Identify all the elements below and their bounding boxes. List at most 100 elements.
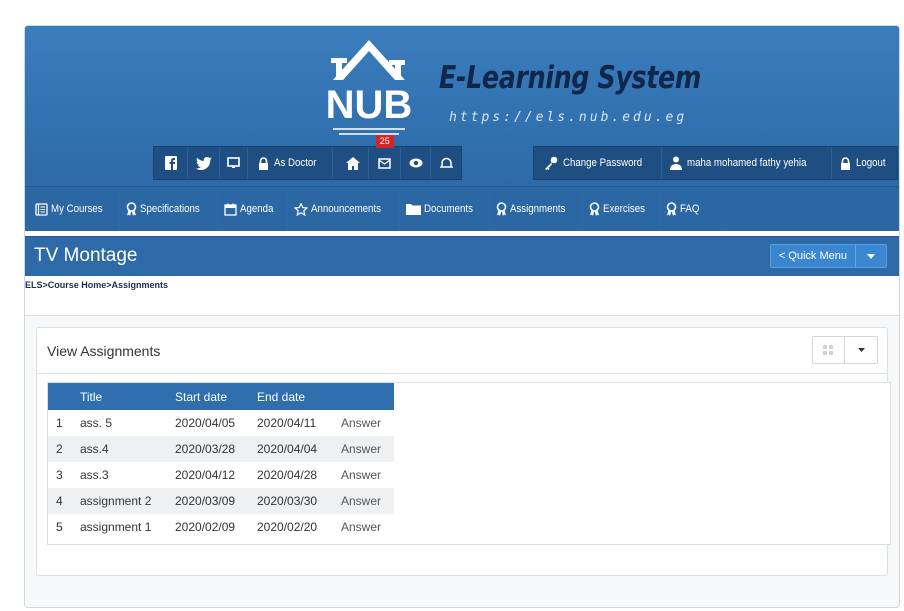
twitter-button[interactable]: [188, 147, 220, 179]
row-number: 5: [56, 520, 63, 534]
toolbar-right: Change Password maha mohamed fathy yehia…: [533, 146, 899, 180]
app-window: NUB E-Learning System https://els.nub.ed…: [24, 25, 900, 608]
nav-assignments[interactable]: Assignments: [490, 187, 583, 231]
user-profile-button[interactable]: maha mohamed fathy yehia: [662, 147, 832, 179]
grid-view-button[interactable]: [813, 337, 845, 363]
facebook-icon: [164, 156, 177, 170]
caret-down-icon: [867, 253, 875, 259]
calendar-icon: [223, 203, 237, 216]
table-row: 4 assignment 2 2020/03/09 2020/03/30 Ans…: [48, 488, 394, 514]
ribbon-icon: [496, 202, 506, 216]
lock-icon: [259, 156, 268, 170]
assignment-title: ass. 5: [80, 416, 113, 430]
nav-label: Documents: [424, 203, 473, 215]
change-password-button[interactable]: Change Password: [534, 147, 662, 179]
main-content: View Assignments Title Start date End da…: [25, 317, 899, 607]
nav-specifications[interactable]: Specifications: [120, 187, 218, 231]
folder-icon: [406, 204, 421, 215]
nav-my-courses[interactable]: My Courses: [29, 187, 120, 231]
caret-down-icon: [857, 348, 865, 352]
assignment-title: assignment 2: [72, 488, 167, 514]
nav-faq[interactable]: FAQ: [660, 187, 724, 231]
site-header: NUB E-Learning System https://els.nub.ed…: [25, 26, 899, 186]
assignments-table-container: Title Start date End date 1 ass. 5 2020/…: [47, 382, 891, 545]
start-date: 2020/02/09: [175, 520, 236, 534]
nub-logo[interactable]: NUB: [323, 36, 415, 146]
messages-button[interactable]: 25: [369, 135, 402, 179]
col-action-header: [333, 383, 394, 410]
col-title-header[interactable]: Title: [72, 383, 167, 410]
table-row: 3 ass.3 2020/04/12 2020/04/28 Answer: [48, 462, 394, 488]
row-number: 3: [56, 468, 63, 482]
nav-documents[interactable]: Documents: [400, 187, 490, 231]
nav-agenda[interactable]: Agenda: [218, 187, 288, 231]
nav-announcements[interactable]: Announcements: [288, 187, 400, 231]
table-header-row: Title Start date End date: [48, 383, 394, 410]
table-row: 5 assignment 1 2020/02/09 2020/02/20 Ans…: [48, 514, 394, 540]
table-row: 1 ass. 5 2020/04/05 2020/04/11 Answer: [48, 410, 394, 436]
as-doctor-label: As Doctor: [274, 157, 317, 169]
view-button[interactable]: [401, 147, 432, 179]
panel-title: View Assignments: [47, 343, 161, 359]
course-title: TV Montage: [34, 245, 138, 266]
answer-link[interactable]: Answer: [333, 488, 394, 514]
col-end-header[interactable]: End date: [249, 383, 333, 410]
nav-label: Specifications: [139, 203, 200, 215]
as-doctor-button[interactable]: As Doctor: [248, 147, 334, 179]
notifications-button[interactable]: [431, 147, 461, 179]
quick-menu-dropdown[interactable]: [856, 245, 886, 267]
eye-icon: [409, 158, 423, 168]
table-row: 2 ass.4 2020/03/28 2020/04/04 Answer: [48, 436, 394, 462]
panel-header: View Assignments: [37, 328, 887, 374]
grid-icon: [823, 344, 833, 355]
envelope-icon: [378, 157, 392, 169]
col-number-header: [48, 383, 72, 410]
nav-label: Assignments: [509, 203, 566, 215]
nav-exercises[interactable]: Exercises: [583, 187, 661, 231]
facebook-button[interactable]: [154, 147, 188, 179]
row-number: 2: [48, 436, 72, 462]
screen-button[interactable]: [220, 147, 248, 179]
row-number: 4: [48, 488, 72, 514]
nav-label: Exercises: [602, 203, 645, 215]
nav-label: Agenda: [239, 203, 273, 215]
answer-link[interactable]: Answer: [333, 436, 394, 462]
ribbon-icon: [589, 202, 599, 216]
assignment-title: assignment 1: [80, 520, 152, 534]
quick-menu-button[interactable]: < Quick Menu: [771, 245, 856, 267]
change-password-label: Change Password: [563, 157, 643, 169]
nav-label: Announcements: [310, 203, 381, 215]
site-url[interactable]: https://els.nub.edu.eg: [449, 110, 687, 125]
main-nav: My Courses Specifications Agenda Announc…: [25, 186, 899, 231]
ribbon-icon: [667, 202, 677, 216]
col-start-header[interactable]: Start date: [167, 383, 249, 410]
panel-options-dropdown[interactable]: [845, 337, 877, 363]
logout-label: Logout: [855, 157, 886, 169]
key-icon: [545, 156, 558, 170]
answer-link[interactable]: Answer: [333, 410, 394, 436]
bell-icon: [439, 157, 453, 168]
notification-badge: 25: [375, 135, 394, 148]
start-date: 2020/04/12: [175, 468, 236, 482]
end-date: 2020/04/28: [257, 468, 318, 482]
home-icon: [345, 156, 360, 170]
monitor-icon: [227, 157, 240, 168]
book-icon: [35, 202, 48, 216]
row-number: 1: [56, 416, 63, 430]
end-date: 2020/03/30: [249, 488, 333, 514]
assignments-panel: View Assignments Title Start date End da…: [36, 327, 891, 576]
assignment-title: ass.4: [72, 436, 167, 462]
assignments-table: Title Start date End date 1 ass. 5 2020/…: [48, 383, 394, 540]
logout-button[interactable]: Logout: [832, 147, 898, 179]
user-icon: [669, 156, 682, 170]
breadcrumb[interactable]: ELS>Course Home>Assignments: [25, 280, 168, 290]
start-date: 2020/03/28: [167, 436, 249, 462]
quick-menu[interactable]: < Quick Menu: [769, 244, 887, 268]
end-date: 2020/04/04: [249, 436, 333, 462]
answer-link[interactable]: Answer: [333, 514, 394, 540]
home-button[interactable]: [337, 147, 370, 179]
end-date: 2020/04/11: [257, 416, 317, 430]
panel-tools: [812, 336, 878, 364]
answer-link[interactable]: Answer: [333, 462, 394, 488]
logo-text: NUB: [326, 83, 413, 127]
